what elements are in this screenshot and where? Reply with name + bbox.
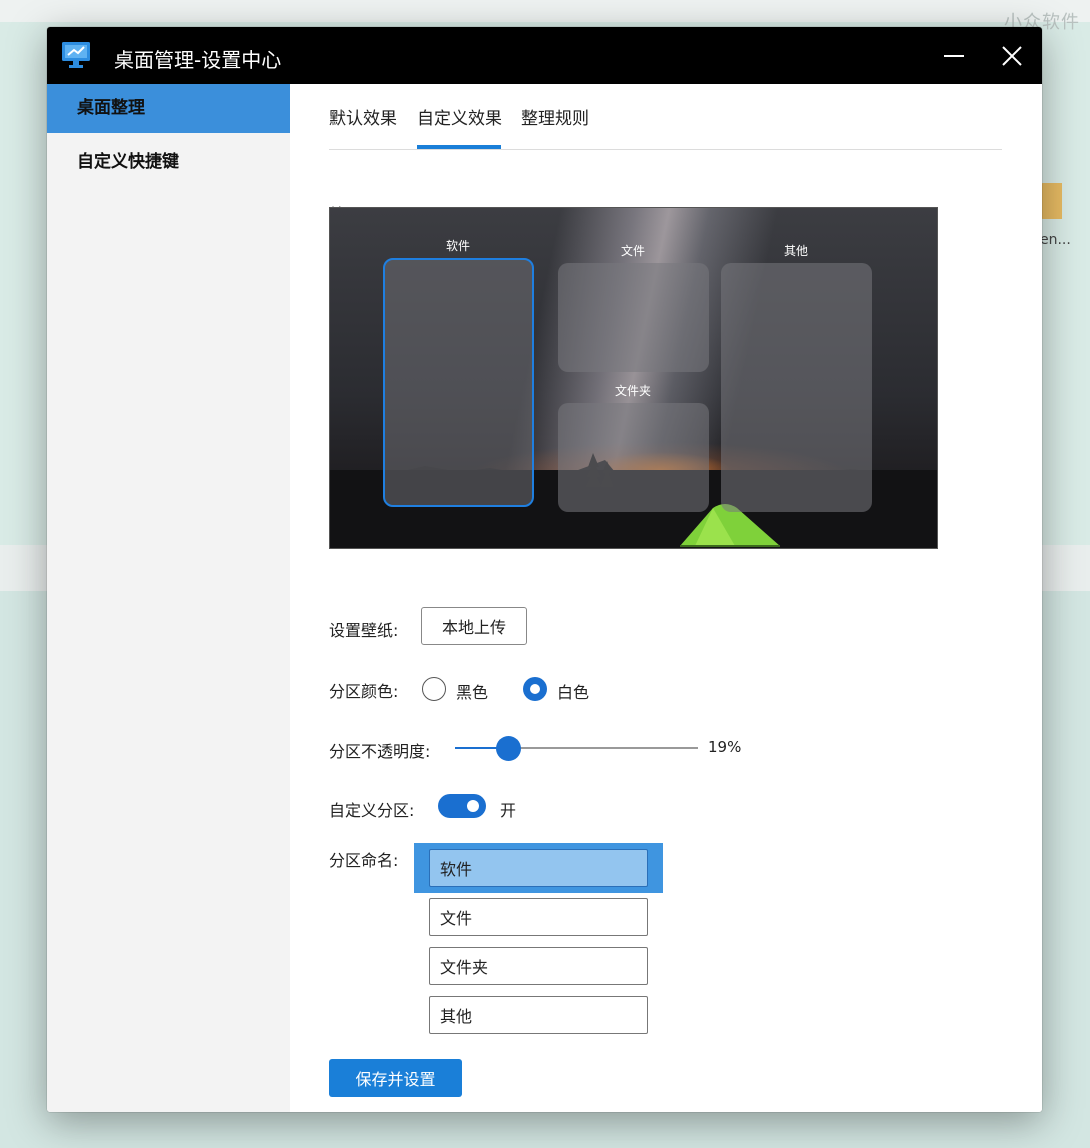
main-content: 默认效果 自定义效果 整理规则 效果图 软件	[290, 84, 1042, 1112]
desktop-folder-label: en...	[1040, 232, 1071, 248]
sidebar-item-custom-shortcuts[interactable]: 自定义快捷键	[47, 138, 290, 187]
preview-zone-other[interactable]	[721, 263, 872, 512]
save-and-apply-button[interactable]: 保存并设置	[329, 1059, 462, 1097]
preview-zone-label: 文件	[620, 244, 646, 258]
close-icon	[1002, 46, 1022, 66]
local-upload-button[interactable]: 本地上传	[421, 607, 527, 645]
close-button[interactable]	[992, 37, 1032, 75]
active-tab-indicator	[417, 145, 501, 149]
radio-white[interactable]	[523, 677, 547, 701]
opacity-label: 分区不透明度:	[329, 742, 431, 761]
zone-naming-label: 分区命名:	[329, 851, 399, 870]
preview-zone-software[interactable]	[383, 258, 534, 507]
sidebar-item-desktop-organize[interactable]: 桌面整理	[47, 84, 290, 133]
zone-name-input-2[interactable]	[429, 898, 648, 936]
opacity-slider-track[interactable]	[510, 747, 698, 749]
minimize-button[interactable]	[934, 37, 974, 75]
monitor-app-icon	[62, 42, 90, 68]
preview-zone-label: 文件夹	[614, 384, 652, 398]
wallpaper-label: 设置壁纸:	[329, 621, 399, 640]
minimize-icon	[944, 55, 964, 57]
opacity-value: 19%	[708, 738, 742, 756]
window-title: 桌面管理-设置中心	[114, 48, 282, 72]
custom-zone-toggle[interactable]	[438, 794, 486, 818]
preview-zone-folders[interactable]	[558, 403, 709, 512]
preview-image: 软件 文件 文件夹 其他	[329, 207, 938, 549]
zone-color-label: 分区颜色:	[329, 682, 399, 701]
zone-name-input-3[interactable]	[429, 947, 648, 985]
settings-window: 桌面管理-设置中心 桌面整理 自定义快捷键 默认效果 自定义效果 整理规则 效果…	[47, 27, 1042, 1112]
custom-zone-state: 开	[500, 801, 517, 820]
tab-default-effect[interactable]: 默认效果	[329, 104, 397, 150]
radio-white-label: 白色	[557, 683, 590, 702]
tab-custom-effect[interactable]: 自定义效果	[417, 104, 502, 150]
toggle-knob	[467, 800, 479, 812]
titlebar: 桌面管理-设置中心	[47, 27, 1042, 84]
zone-name-input-1[interactable]	[429, 849, 648, 887]
zone-name-input-4[interactable]	[429, 996, 648, 1034]
tab-bar: 默认效果 自定义效果 整理规则	[329, 84, 1002, 150]
tab-organize-rules[interactable]: 整理规则	[521, 104, 589, 150]
custom-zone-label: 自定义分区:	[329, 801, 415, 820]
opacity-slider-thumb[interactable]	[496, 736, 521, 761]
preview-zone-label: 软件	[445, 239, 471, 253]
sidebar: 桌面整理 自定义快捷键	[47, 84, 290, 1112]
radio-black[interactable]	[422, 677, 446, 701]
desktop-folder-icon[interactable]	[1040, 183, 1062, 219]
radio-black-label: 黑色	[456, 683, 489, 702]
preview-zone-label: 其他	[783, 244, 809, 258]
desktop-top-strip	[0, 0, 1090, 22]
preview-zone-files[interactable]	[558, 263, 709, 372]
